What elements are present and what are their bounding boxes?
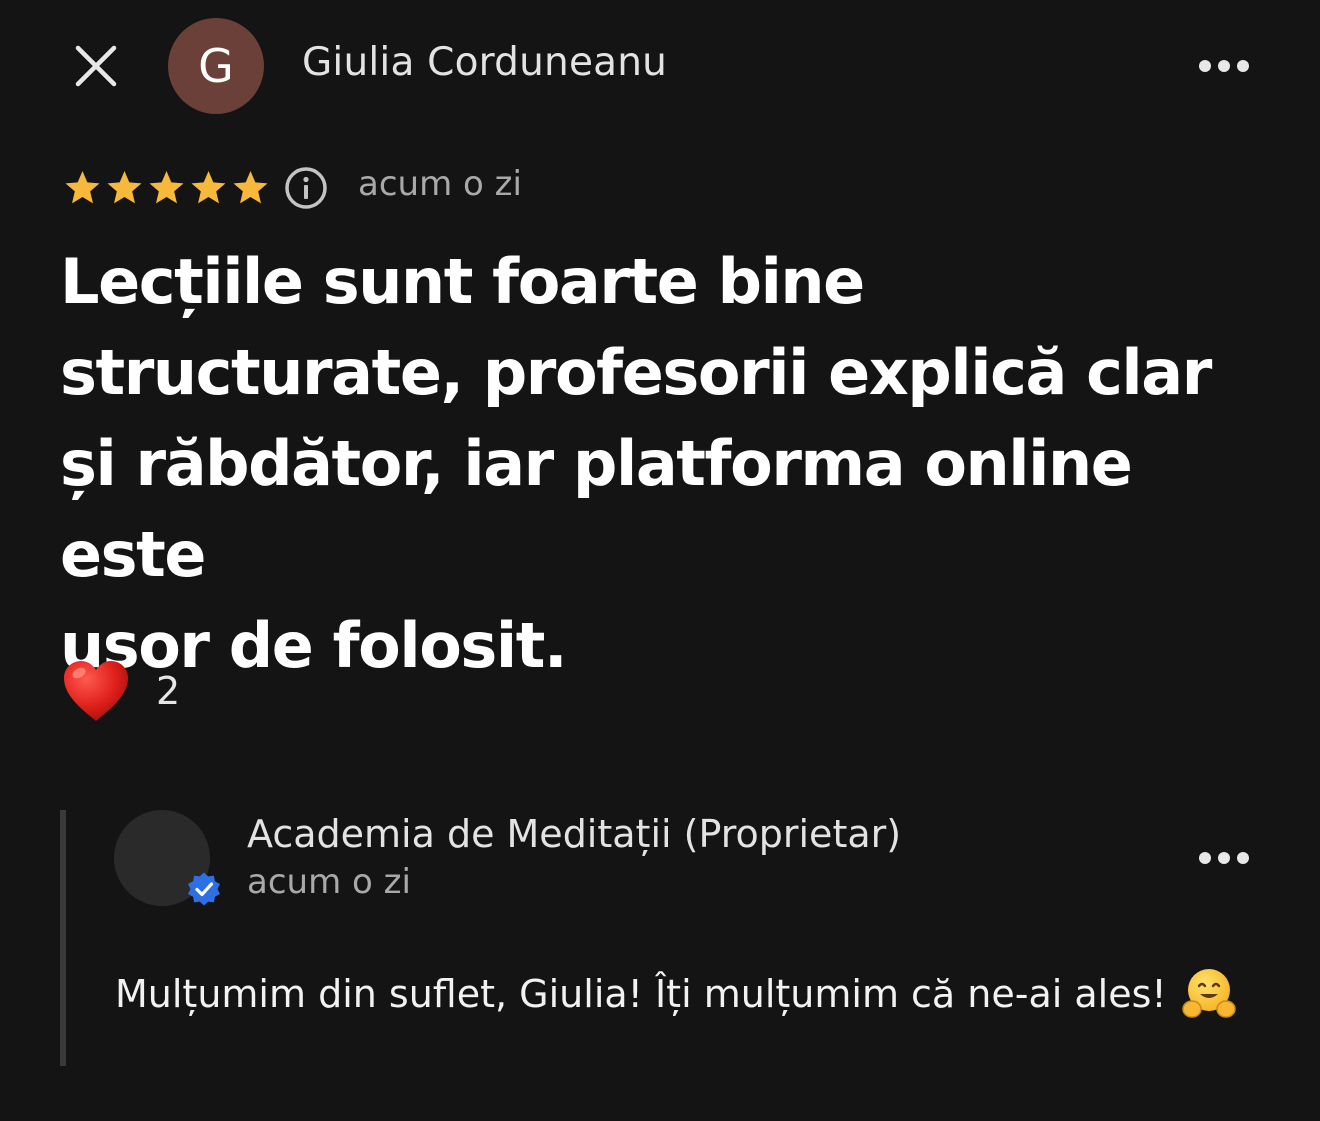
author-name[interactable]: Giulia Corduneanu [302, 40, 667, 85]
star-icon [107, 171, 142, 204]
owner-reply-message: Mulțumim din suflet, Giulia! Îți mulțumi… [115, 972, 1167, 1016]
close-button[interactable] [62, 32, 130, 100]
review-text-line: și răbdător, iar platforma online este [60, 427, 1133, 591]
star-icon [191, 171, 226, 204]
review-more-button[interactable] [1194, 46, 1254, 86]
hugging-face-icon [1181, 969, 1236, 1018]
review-text: Lecțiile sunt foarte bine structurate, p… [60, 236, 1275, 691]
star-icon [65, 171, 100, 204]
star-icon [149, 171, 184, 204]
owner-reply-text: Mulțumim din suflet, Giulia! Îți mulțumi… [115, 966, 1237, 1022]
owner-reply-timestamp: acum o zi [247, 862, 411, 902]
author-avatar[interactable]: G [168, 18, 264, 114]
review-timestamp: acum o zi [358, 164, 522, 204]
more-horizontal-icon [1199, 852, 1249, 864]
reply-divider [60, 810, 66, 1066]
rating-info-button[interactable] [284, 166, 328, 210]
close-icon [75, 45, 117, 87]
info-icon [285, 167, 327, 209]
reply-more-button[interactable] [1194, 838, 1254, 878]
avatar-initial: G [198, 39, 234, 93]
star-rating [62, 166, 271, 210]
verified-badge [186, 871, 222, 907]
star-icon [233, 171, 268, 204]
more-horizontal-icon [1199, 60, 1249, 72]
review-text-line: ușor de folosit. [60, 609, 568, 682]
reaction-count: 2 [156, 669, 181, 713]
owner-name[interactable]: Academia de Meditații (Proprietar) [247, 812, 901, 856]
verified-badge-icon [188, 872, 220, 906]
reaction-button[interactable]: 2 [62, 656, 180, 726]
review-text-line: structurate, profesorii explică clar [60, 336, 1212, 409]
heart-icon [64, 661, 128, 721]
review-text-line: Lecțiile sunt foarte bine [60, 245, 865, 318]
